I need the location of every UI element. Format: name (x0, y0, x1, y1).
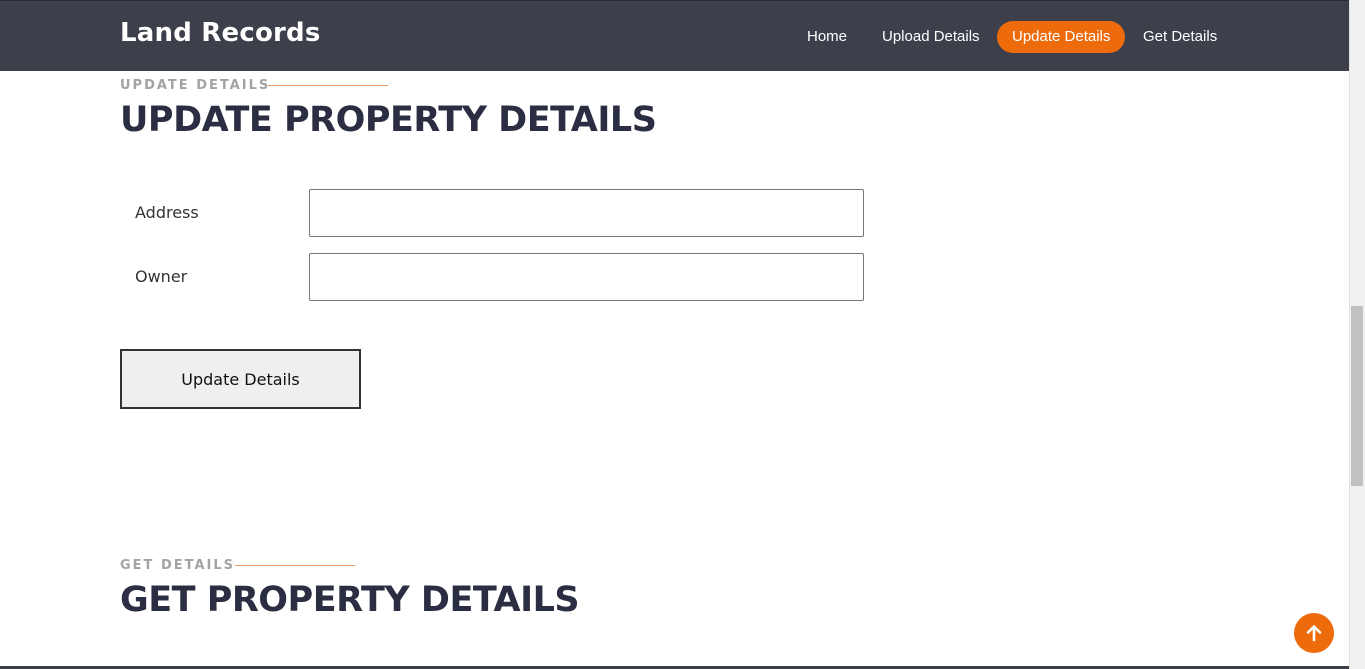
brand-logo[interactable]: Land Records (120, 18, 321, 48)
update-details-button[interactable]: Update Details (120, 349, 361, 409)
owner-label: Owner (135, 267, 188, 286)
back-to-top-button[interactable] (1294, 613, 1334, 653)
nav-update-details[interactable]: Update Details (997, 21, 1126, 53)
get-section-title: GET PROPERTY DETAILS (120, 580, 580, 620)
nav-home[interactable]: Home (792, 21, 862, 53)
nav-get-details[interactable]: Get Details (1128, 21, 1232, 53)
top-navbar: Land Records Home Upload Details Update … (0, 0, 1349, 71)
address-input[interactable] (309, 189, 864, 237)
get-eyebrow-divider (235, 565, 355, 566)
arrow-up-icon (1306, 625, 1322, 642)
update-section-title: UPDATE PROPERTY DETAILS (120, 100, 657, 140)
get-section-eyebrow: GET DETAILS (120, 558, 236, 573)
scrollbar-thumb[interactable] (1351, 306, 1363, 486)
owner-input[interactable] (309, 253, 864, 301)
update-section-eyebrow: UPDATE DETAILS (120, 78, 271, 93)
nav-upload-details[interactable]: Upload Details (867, 21, 995, 53)
address-label: Address (135, 203, 199, 222)
update-eyebrow-divider (268, 85, 388, 86)
